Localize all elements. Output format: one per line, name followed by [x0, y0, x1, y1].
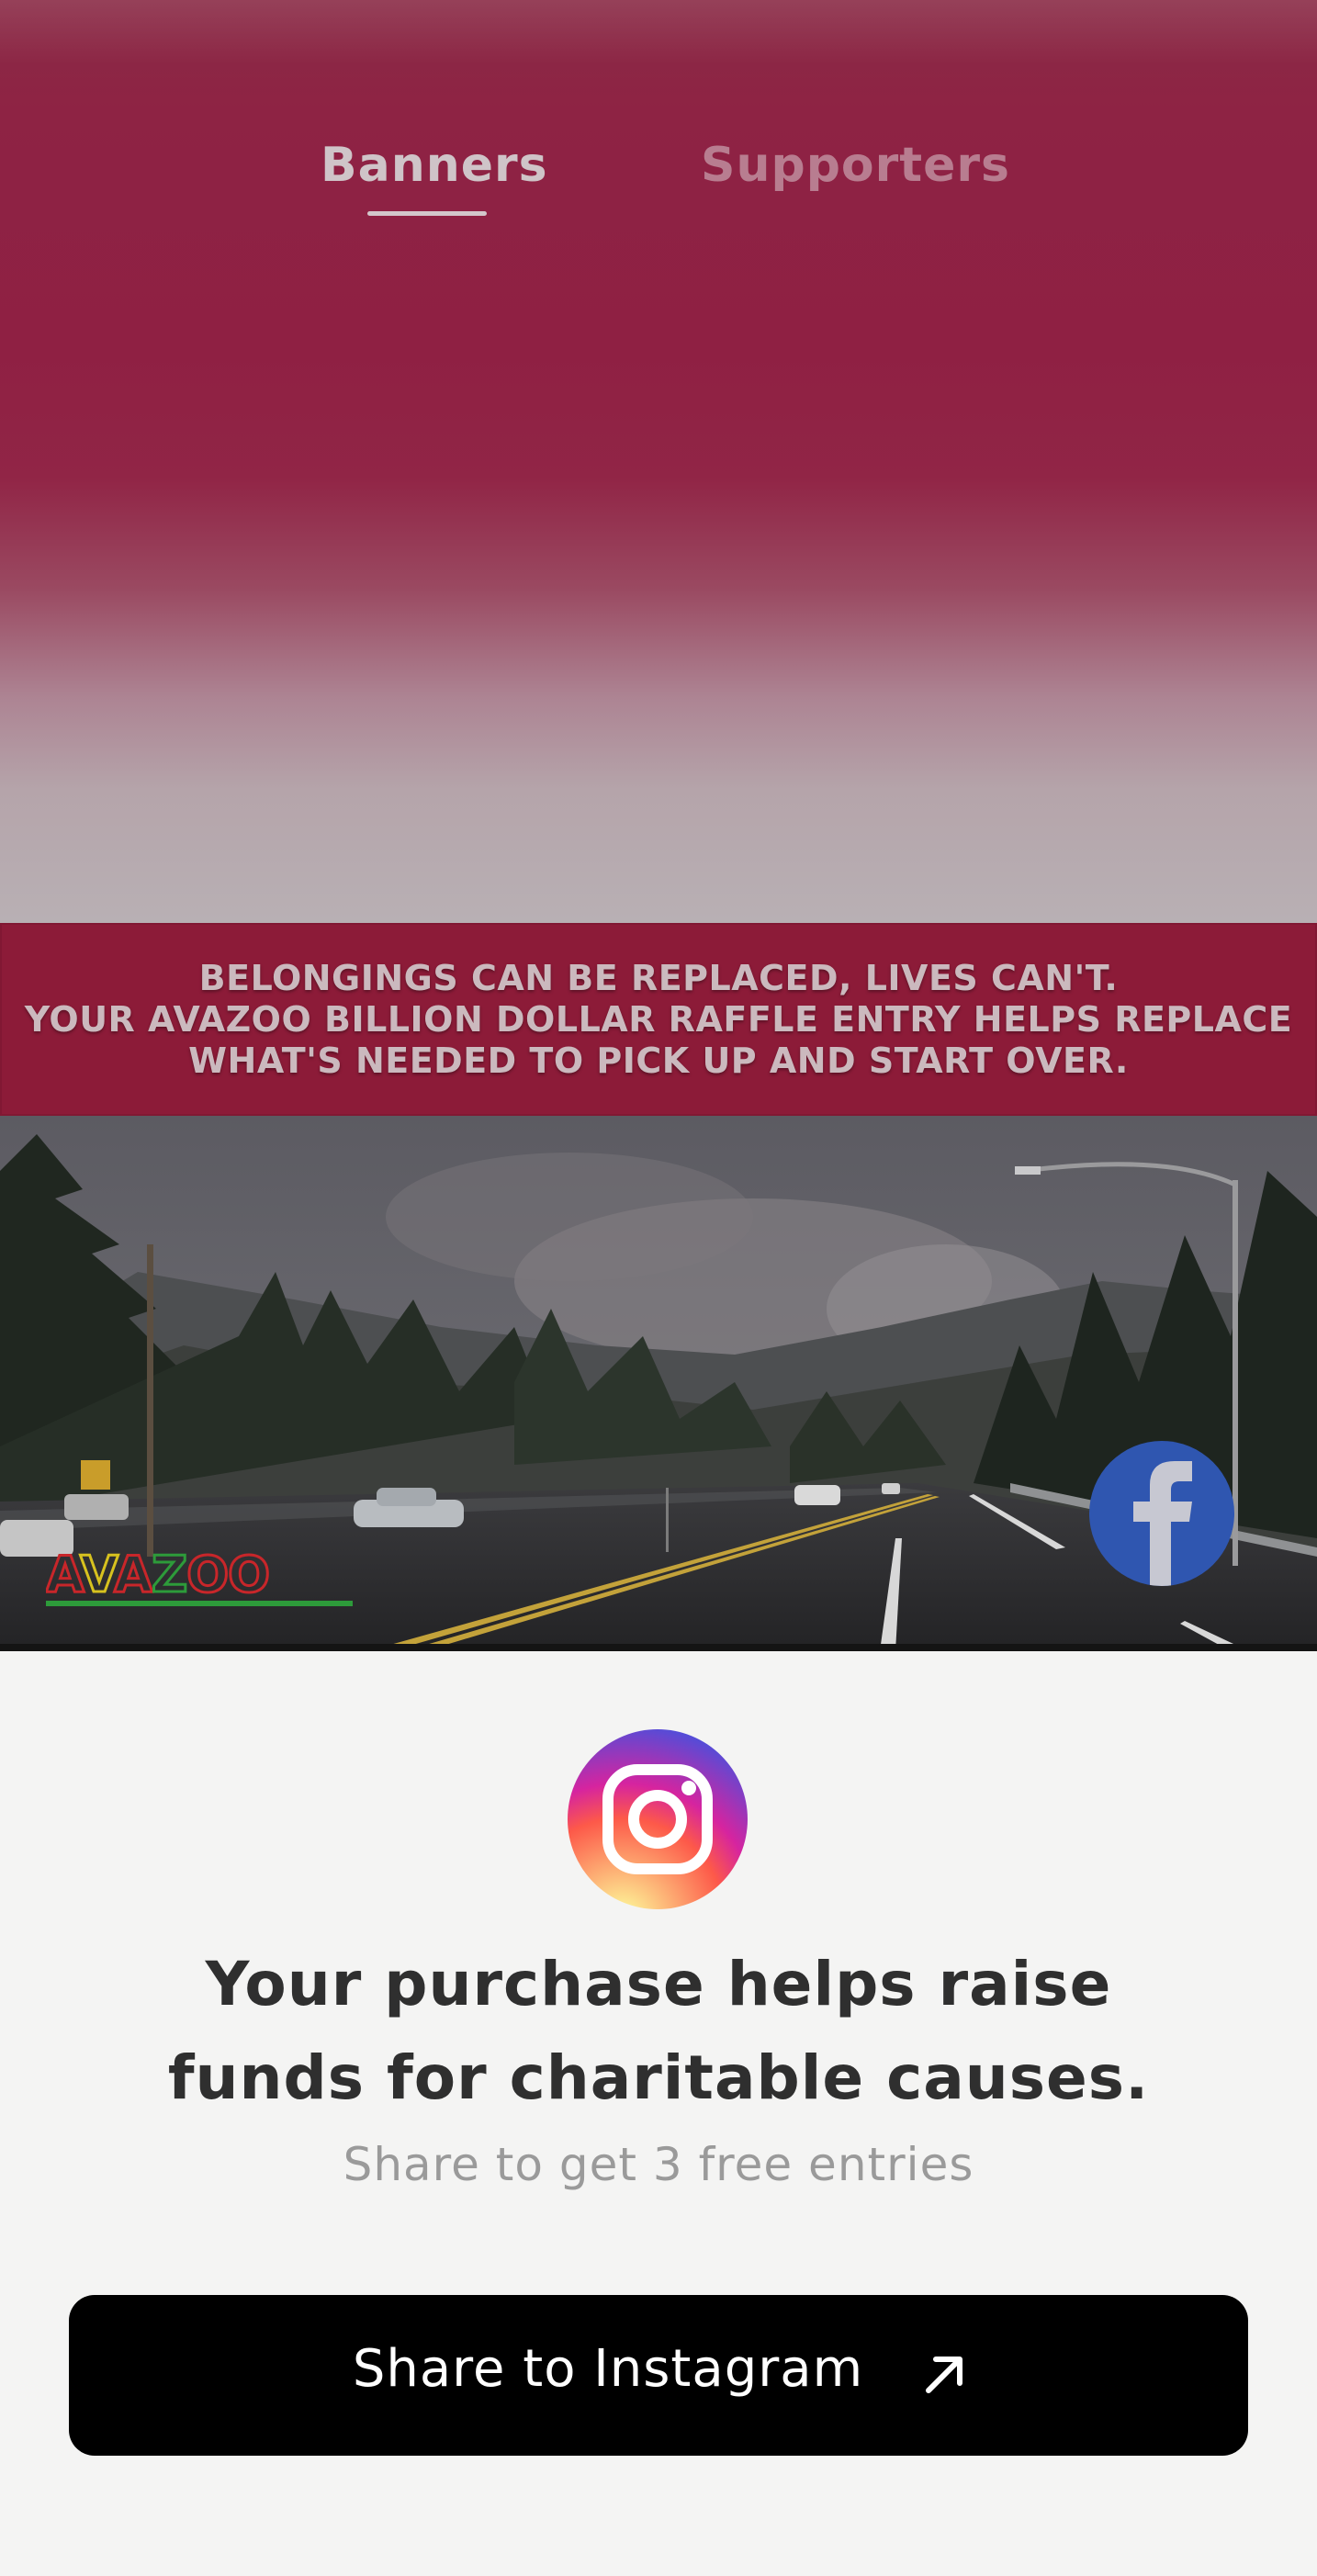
share-subline: Share to get 3 free entries: [343, 2138, 974, 2191]
arrow-up-right-icon: [926, 2357, 962, 2393]
banner-caption-line-3: WHAT'S NEEDED TO PICK UP AND START OVER.: [188, 1041, 1129, 1081]
share-headline: Your purchase helps raise funds for char…: [0, 1938, 1317, 2125]
tab-banners[interactable]: Banners: [321, 138, 548, 193]
active-tab-indicator: [367, 211, 487, 216]
share-headline-line-2: funds for charitable causes.: [167, 2042, 1150, 2113]
tab-bar: Banners Supporters: [0, 138, 1317, 220]
instagram-icon: [568, 1729, 748, 1909]
facebook-icon[interactable]: [1089, 1441, 1234, 1586]
banner-caption: BELONGINGS CAN BE REPLACED, LIVES CAN'T.…: [0, 923, 1317, 1116]
tab-supporters[interactable]: Supporters: [701, 138, 1010, 193]
avazoo-logo-lettering: AVAZOO: [46, 1547, 269, 1603]
share-headline-line-1: Your purchase helps raise: [205, 1949, 1112, 2019]
share-button-label: Share to Instagram: [352, 2339, 864, 2399]
banner-caption-line-2: YOUR AVAZOO BILLION DOLLAR RAFFLE ENTRY …: [24, 999, 1293, 1040]
top-header-area: Banners Supporters: [0, 0, 1317, 923]
avazoo-logo: AVAZOO: [45, 1545, 358, 1612]
share-to-instagram-button[interactable]: Share to Instagram: [69, 2295, 1248, 2456]
banner-caption-line-1: BELONGINGS CAN BE REPLACED, LIVES CAN'T.: [198, 958, 1119, 998]
